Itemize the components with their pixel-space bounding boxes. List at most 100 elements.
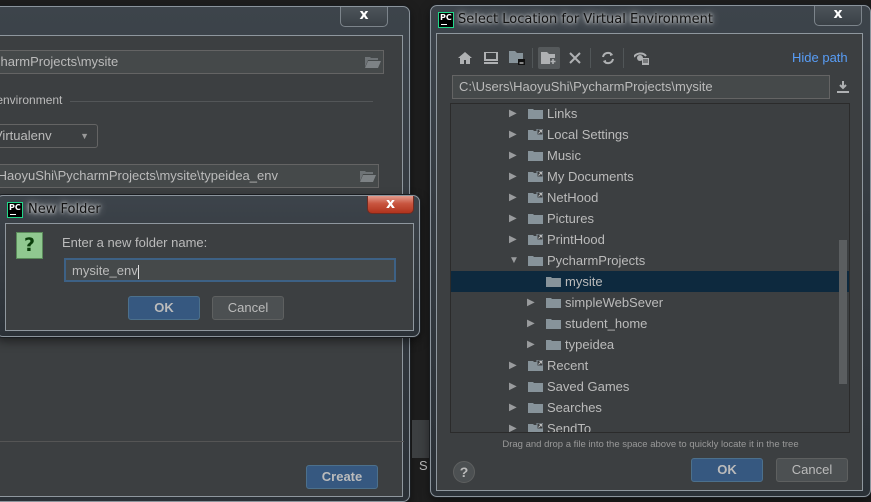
folder-icon [528, 403, 543, 413]
folder-icon [528, 382, 543, 392]
folder-icon [546, 319, 561, 329]
expand-arrow-icon[interactable]: ▶ [509, 418, 519, 432]
folder-icon [546, 340, 561, 350]
folder-link-icon [528, 234, 543, 245]
section-divider [70, 101, 373, 102]
text-cursor [137, 264, 139, 279]
expand-arrow-icon[interactable]: ▶ [509, 208, 519, 229]
expand-arrow-icon[interactable]: ▶ [509, 355, 519, 376]
folder-link-icon [528, 423, 543, 432]
tree-item[interactable]: ▶ Music [451, 145, 849, 166]
tree-item-label: student_home [565, 316, 648, 331]
tree-item[interactable]: ▶ SendTo [451, 418, 849, 432]
select-dialog-close-button[interactable]: x [814, 6, 862, 26]
tree-item[interactable]: ▶ Local Settings [451, 124, 849, 145]
tree-item[interactable]: ▶ PrintHood [451, 229, 849, 250]
expand-arrow-icon[interactable]: ▶ [509, 229, 519, 250]
tree-item-label: Pictures [547, 211, 594, 226]
chevron-down-icon: ▼ [80, 131, 89, 141]
env-path-field[interactable]: \HaoyuShi\PycharmProjects\mysite\typeide… [0, 164, 379, 188]
expand-arrow-icon[interactable]: ▶ [527, 334, 537, 355]
tree-item[interactable]: ▶ Pictures [451, 208, 849, 229]
tree-item-label: My Documents [547, 169, 634, 184]
pycharm-logo-icon: PC [7, 202, 23, 218]
expand-arrow-icon[interactable]: ▶ [509, 166, 519, 187]
show-hidden-icon[interactable] [631, 47, 653, 69]
expand-arrow-icon[interactable]: ▶ [509, 397, 519, 418]
expand-arrow-icon[interactable]: ▶ [527, 292, 537, 313]
location-field[interactable]: charmProjects\mysite [0, 50, 384, 74]
background-panel-strip [412, 420, 430, 458]
project-folder-icon[interactable] [506, 47, 528, 69]
new-folder-ok-button[interactable]: OK [128, 296, 200, 320]
tree-item[interactable]: ▶ NetHood [451, 187, 849, 208]
browse-folder-icon[interactable] [365, 56, 381, 68]
create-button[interactable]: Create [306, 465, 378, 489]
expand-arrow-icon[interactable]: ▶ [509, 124, 519, 145]
help-button[interactable]: ? [453, 461, 475, 483]
toolbar-separator [532, 48, 533, 68]
tree-item-label: Local Settings [547, 127, 629, 142]
tree-scrollbar[interactable] [839, 240, 847, 384]
new-folder-title: New Folder [28, 202, 101, 217]
folder-name-value: mysite_env [72, 263, 138, 278]
folder-icon [528, 151, 543, 161]
folder-link-icon [528, 171, 543, 182]
select-cancel-button[interactable]: Cancel [776, 458, 848, 482]
folder-name-prompt: Enter a new folder name: [62, 235, 208, 250]
tree-item[interactable]: ▶ My Documents [451, 166, 849, 187]
tree-item-label: PycharmProjects [547, 253, 646, 268]
pycharm-logo-icon: PC [438, 12, 454, 28]
select-ok-button[interactable]: OK [691, 458, 763, 482]
desktop-icon[interactable] [480, 47, 502, 69]
expand-arrow-icon[interactable]: ▶ [509, 145, 519, 166]
expand-arrow-icon[interactable]: ▶ [509, 376, 519, 397]
tree-item[interactable]: ▶ Searches [451, 397, 849, 418]
select-location-dialog: PC Select Location for Virtual Environme… [430, 5, 871, 497]
tree-item[interactable]: ▶ student_home [451, 313, 849, 334]
tree-item-label: Links [547, 106, 578, 121]
partial-label: S [419, 458, 428, 473]
hide-path-link[interactable]: Hide path [792, 50, 848, 65]
tree-item-label: Searches [547, 400, 602, 415]
folder-icon [528, 256, 543, 266]
location-value: charmProjects\mysite [0, 54, 119, 69]
new-folder-body: ? Enter a new folder name: mysite_env OK… [5, 223, 414, 331]
footer-divider [0, 441, 404, 442]
tree-item[interactable]: ▶ Recent [451, 355, 849, 376]
tree-item[interactable]: ▶ Links [451, 104, 849, 124]
tree-item[interactable]: ▶ simpleWebSever [451, 292, 849, 313]
folder-link-icon [528, 192, 543, 203]
collapse-arrow-icon[interactable]: ▼ [509, 250, 519, 271]
tree-item[interactable]: ▶ Saved Games [451, 376, 849, 397]
expand-arrow-icon[interactable]: ▶ [527, 313, 537, 334]
create-dialog-close-button[interactable]: x [340, 7, 388, 27]
new-folder-close-button[interactable]: x [367, 196, 414, 214]
new-folder-icon[interactable] [538, 47, 560, 69]
env-path-value: \HaoyuShi\PycharmProjects\mysite\typeide… [0, 168, 278, 183]
expand-arrow-icon[interactable]: ▶ [509, 104, 519, 124]
tree-item-label: Saved Games [547, 379, 630, 394]
refresh-icon[interactable] [597, 47, 619, 69]
new-folder-cancel-button[interactable]: Cancel [212, 296, 284, 320]
file-tree[interactable]: ▶ SendTo ▶ Searches ▶ Saved Games ▶ Recent ▶ type… [450, 103, 850, 433]
drag-drop-hint: Drag and drop a file into the space abov… [502, 439, 799, 450]
dialog-title: Select Location for Virtual Environment [458, 12, 713, 27]
folder-link-icon [528, 129, 543, 140]
folder-name-input[interactable]: mysite_env [64, 258, 396, 282]
env-type-dropdown[interactable]: Virtualenv ▼ [0, 124, 98, 148]
expand-arrow-icon[interactable]: ▶ [509, 187, 519, 208]
folder-icon [546, 277, 561, 287]
tree-item[interactable]: ▼ PycharmProjects [451, 250, 849, 271]
browse-env-folder-icon[interactable] [360, 170, 376, 182]
folder-icon [528, 214, 543, 224]
delete-icon[interactable] [564, 47, 586, 69]
home-icon[interactable] [454, 47, 476, 69]
toolbar-separator [623, 48, 624, 68]
tree-item[interactable]: mysite [451, 271, 849, 292]
path-field[interactable]: C:\Users\HaoyuShi\PycharmProjects\mysite [452, 75, 830, 99]
path-value: C:\Users\HaoyuShi\PycharmProjects\mysite [459, 79, 713, 94]
tree-item[interactable]: ▶ typeidea [451, 334, 849, 355]
download-icon[interactable] [832, 76, 854, 98]
new-folder-dialog: PC New Folder x ? Enter a new folder nam… [0, 195, 420, 337]
